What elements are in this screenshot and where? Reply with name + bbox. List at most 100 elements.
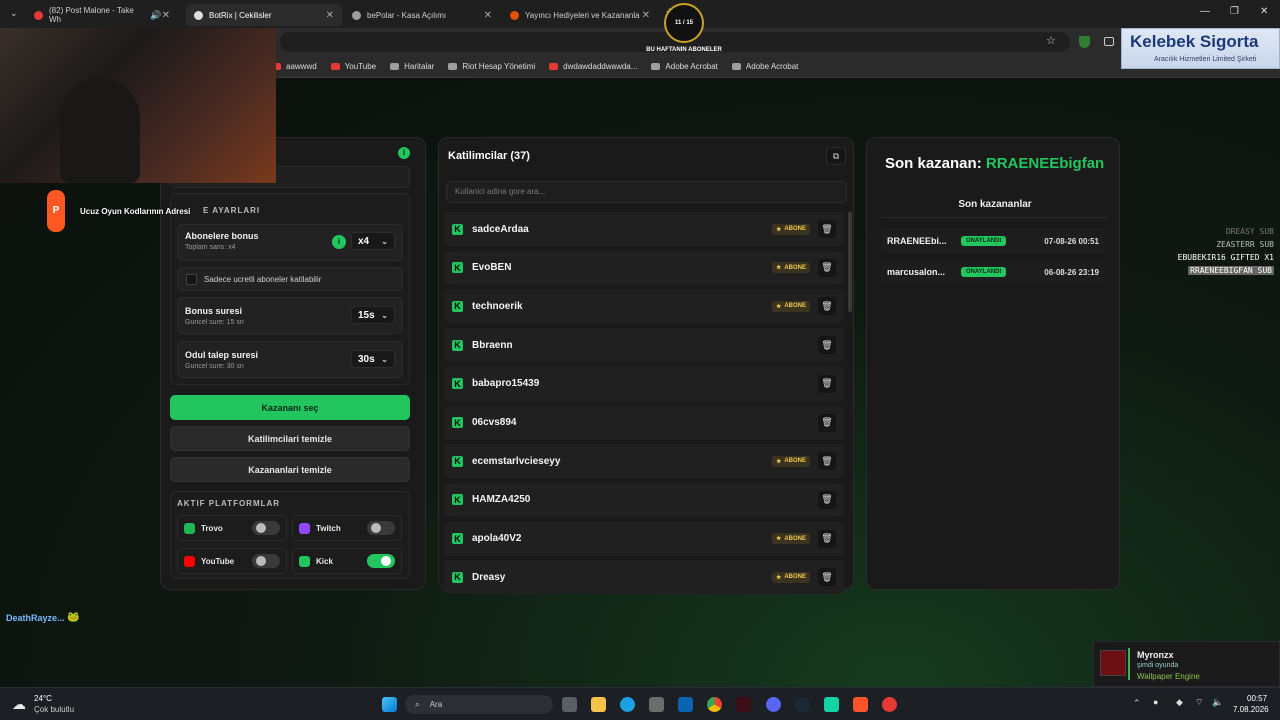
kick-icon: K [452,455,463,467]
delete-participant-icon[interactable]: 🗑 [818,529,836,548]
star-bookmark-icon[interactable]: ☆ [1046,34,1056,47]
participant-row[interactable]: Kbabapro15439 🗑 [444,366,844,401]
paid-only-row[interactable]: Sadece ucretli aboneler katilabilir [177,267,403,291]
delete-participant-icon[interactable]: 🗑 [818,336,836,355]
platforms-title: AKTIF PLATFORMLAR [177,499,281,508]
app-icon-2[interactable] [824,697,839,712]
streamer-silhouette [60,78,140,183]
chevron-down-icon: ⌄ [381,310,388,320]
emote-icon: 🐸 [67,612,80,623]
bookmark-item[interactable]: dwdawdaddwawda... [549,62,637,71]
participant-row[interactable]: K Bbraenn 🗑 [444,328,844,363]
delete-participant-icon[interactable]: 🗑 [818,452,836,471]
subscriber-badge: ★ ABONE [771,533,810,545]
speaker-icon[interactable]: 🔊 [150,10,161,21]
platform-toggle[interactable] [367,554,395,568]
bonus-time-select[interactable]: 15s ⌄ [351,306,395,324]
wifi-icon[interactable]: ⌔ [1195,697,1203,708]
start-icon[interactable] [382,697,397,712]
steam-notification[interactable]: Myronzx şimdi oyunda Wallpaper Engine [1093,641,1280,687]
participant-row[interactable]: K HAMZA4250 🗑 [444,482,844,517]
bonus-time-value: 15s [358,309,375,321]
participant-row[interactable]: Kapola40V2 ★ ABONE 🗑 [444,521,844,556]
paid-only-checkbox[interactable] [186,274,197,285]
subscriber-badge-label: ABONE [784,264,806,271]
platform-toggle[interactable] [252,554,280,568]
maximize-icon[interactable]: ❐ [1230,6,1239,17]
participant-row[interactable]: K Dreasy ★ ABONE 🗑 [444,560,844,595]
weather-desc: Çok bulutlu [34,705,75,714]
bookmark-item[interactable]: Riot Hesap Yönetimi [448,62,535,71]
participants-scrollbar[interactable] [848,212,852,312]
claim-time-select[interactable]: 30s ⌄ [351,350,395,368]
bonus-info-icon[interactable]: i [332,235,346,249]
close-window-icon[interactable]: ✕ [1260,6,1268,17]
weather-icon[interactable]: ☁ [12,696,26,713]
tab-botrix[interactable]: BotRix | Cekilisler ✕ [186,4,342,26]
taskbar-search[interactable]: ⌕ Ara [405,695,553,714]
pick-winner-button[interactable]: Kazananı seç [170,395,410,420]
bookmark-item[interactable]: Haritalar [390,62,434,71]
delete-participant-icon[interactable]: 🗑 [818,568,836,587]
tab-youtube[interactable]: (82) Post Malone - Take Wh 🔊 ✕ [26,4,178,26]
edge-icon[interactable] [620,697,635,712]
participant-row[interactable]: K EvoBEN ★ ABONE 🗑 [444,250,844,285]
clear-participants-button[interactable]: Katilimcilari temizle [170,426,410,451]
delete-participant-icon[interactable]: 🗑 [818,297,836,316]
extension-icon[interactable] [1104,37,1114,46]
close-tab-icon[interactable]: ✕ [484,10,492,21]
youtube-favicon-icon [34,10,43,20]
bookmark-favicon-icon [651,63,661,70]
platform-toggle[interactable] [252,521,280,535]
delete-participant-icon[interactable]: 🗑 [818,220,836,238]
store-icon[interactable] [649,697,664,712]
bookmark-item[interactable]: aawwwd [272,62,317,71]
subscriber-badge-label: ABONE [784,303,806,310]
task-view-icon[interactable] [562,697,577,712]
close-tab-icon[interactable]: ✕ [162,10,170,21]
participant-name: apola40V2 [472,533,522,545]
app-icon[interactable] [736,697,751,712]
app-icon-3[interactable] [882,697,897,712]
participant-row[interactable]: Kecemstarlvcieseyy ★ ABONE 🗑 [444,444,844,479]
bookmark-item[interactable]: YouTube [330,62,376,71]
clear-winners-button[interactable]: Kazananlari temizle [170,457,410,482]
tab-list-chevron-icon[interactable]: ⌄ [10,8,18,19]
info-icon[interactable]: i [398,147,410,159]
delete-participant-icon[interactable]: 🗑 [818,413,836,432]
notification-status: şimdi oyunda [1137,662,1179,669]
platform-label: Twitch [316,523,341,533]
shield-extension-icon[interactable] [1079,36,1090,48]
volume-icon[interactable]: 🔈 [1212,697,1223,708]
participant-search-input[interactable]: Kullanici adina gore ara... [446,181,847,203]
discord-icon[interactable] [766,697,781,712]
tray-app-icon-2[interactable]: ◆ [1176,697,1183,708]
steam-icon[interactable] [795,697,810,712]
platform-toggle[interactable] [367,521,395,535]
participant-row[interactable]: K 06cvs894 🗑 [444,405,844,440]
close-tab-icon[interactable]: ✕ [642,10,650,21]
close-tab-icon[interactable]: ✕ [326,10,334,21]
platform-kick: Kick [292,548,402,574]
file-explorer-icon[interactable] [591,697,606,712]
tray-app-icon[interactable]: ● [1153,697,1158,707]
minimize-icon[interactable]: — [1200,6,1210,17]
tray-chevron-icon[interactable]: ⌃ [1133,698,1141,709]
kick-icon: K [452,494,463,506]
bookmark-item[interactable]: Adobe Acrobat [651,62,718,71]
tab-yayinci[interactable]: Yayıncı Hediyeleri ve Kazananla ✕ [502,4,658,26]
brave-icon[interactable] [853,697,868,712]
chrome-icon[interactable] [707,697,722,712]
delete-participant-icon[interactable]: 🗑 [818,490,836,509]
participant-row[interactable]: KsadceArdaa ★ ABONE 🗑 [444,212,844,246]
tab-bepolar[interactable]: bePolar - Kasa Açılımı ✕ [344,4,500,26]
mail-icon[interactable] [678,697,693,712]
copy-icon[interactable]: ⧉ [826,147,846,165]
delete-participant-icon[interactable]: 🗑 [818,374,836,393]
participant-row[interactable]: Ktechnoerik ★ ABONE 🗑 [444,289,844,324]
bonus-multiplier-select[interactable]: x4 ⌄ [351,232,395,250]
bookmark-item[interactable]: Adobe Acrobat [731,62,798,71]
delete-participant-icon[interactable]: 🗑 [818,258,836,277]
platform-trovo: Trovo [177,515,287,541]
winner-date: 06-08-26 23:19 [1044,267,1099,277]
